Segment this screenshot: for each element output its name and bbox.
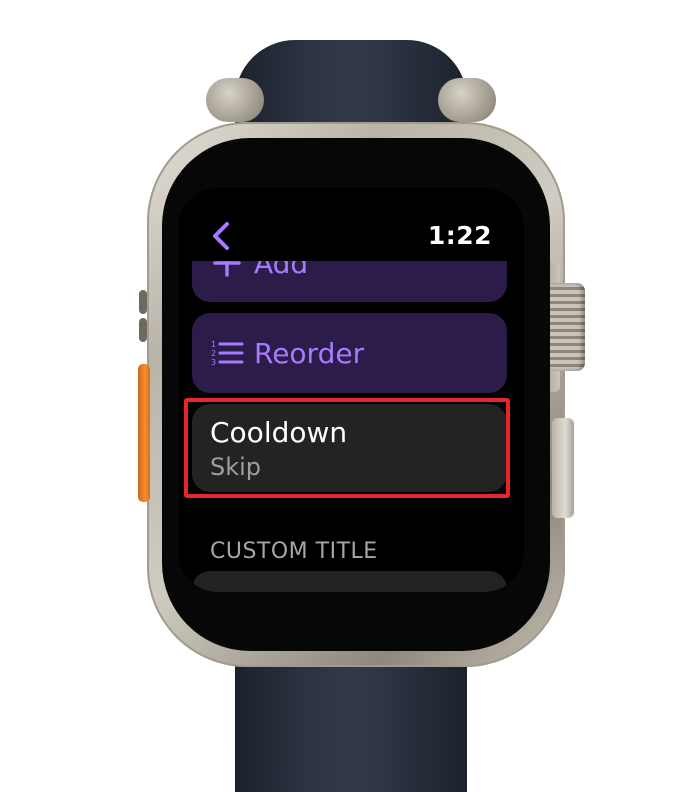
- svg-text:3: 3: [211, 358, 216, 367]
- plus-icon: [213, 261, 241, 277]
- watch-screen: 1:22 Add 1 2 3 Reorder Cooldown Skip CUS…: [178, 188, 524, 592]
- chevron-left-icon[interactable]: [209, 221, 233, 251]
- speaker-grille: [139, 290, 147, 314]
- status-time: 1:22: [427, 221, 492, 250]
- band-lug-left: [206, 78, 264, 122]
- side-button[interactable]: [552, 418, 574, 518]
- highlight-box: [184, 398, 510, 498]
- action-button[interactable]: [138, 364, 150, 502]
- add-label: Add: [254, 261, 309, 280]
- svg-text:2: 2: [211, 349, 216, 358]
- reorder-label: Reorder: [254, 336, 365, 370]
- reorder-button[interactable]: 1 2 3 Reorder: [192, 313, 507, 393]
- add-button[interactable]: Add: [192, 261, 507, 302]
- section-header: CUSTOM TITLE: [210, 539, 378, 564]
- custom-title-card[interactable]: [192, 571, 507, 592]
- digital-crown[interactable]: [545, 283, 585, 371]
- svg-text:1: 1: [211, 340, 216, 349]
- numbered-list-icon: 1 2 3: [211, 340, 244, 367]
- band-lug-right: [438, 78, 496, 122]
- speaker-grille: [139, 318, 147, 342]
